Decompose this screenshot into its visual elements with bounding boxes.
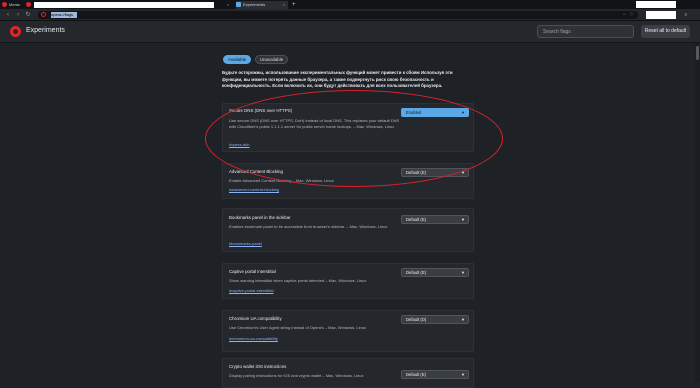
browser-tab-strip: Меню × Experiments × + xyxy=(0,0,700,9)
scrollbar-thumb[interactable] xyxy=(696,46,699,60)
flag-card-crypto-wallet: Crypto wallet iOS instructions Display p… xyxy=(222,358,474,388)
tab-close-icon[interactable]: × xyxy=(227,1,229,9)
reload-icon[interactable]: ↻ xyxy=(24,11,32,19)
address-field[interactable]: opera://flags xyxy=(38,11,638,19)
redacted-tab-title xyxy=(34,2,214,8)
flag-description: Show warning interstitial when captive p… xyxy=(229,278,367,283)
flag-select[interactable]: Default (E) ▼ xyxy=(401,370,469,379)
flag-title: Secure DNS (DNS over HTTPS) xyxy=(229,108,293,113)
flag-link[interactable]: #captive-portal-interstitial xyxy=(229,288,273,293)
tab-available[interactable]: Available xyxy=(223,55,251,64)
flag-title: Chromium UA compatibility xyxy=(229,316,282,321)
new-tab-button[interactable]: + xyxy=(292,1,300,9)
flag-card-chromium-ua: Chromium UA compatibility Use Chromium's… xyxy=(222,310,474,352)
redacted-window-area xyxy=(636,1,676,8)
search-flags[interactable] xyxy=(537,25,634,38)
flag-description: Enables bookmark panel to be accessible … xyxy=(229,224,388,229)
flag-select-value: Default (E) xyxy=(406,270,427,275)
forward-icon[interactable]: › xyxy=(14,11,22,19)
flag-card-captive-portal: Captive portal interstitial Show warning… xyxy=(222,263,474,299)
chevron-down-icon: ▼ xyxy=(461,110,465,115)
menu-icon[interactable]: ≡ xyxy=(682,11,690,19)
reset-all-button[interactable]: Reset all to default xyxy=(641,25,690,38)
browser-tab-redacted[interactable]: × xyxy=(26,1,232,9)
flag-card-bookmarks-panel: Bookmarks panel in the sidebar Enables b… xyxy=(222,208,474,252)
chevron-down-icon: ▼ xyxy=(461,217,465,222)
chevron-down-icon: ▼ xyxy=(461,270,465,275)
flag-card-advanced-content-blocking: Advanced Content Blocking Enable Advance… xyxy=(222,163,474,199)
flag-select-value: Default (E) xyxy=(406,217,427,222)
chevron-down-icon: ▼ xyxy=(461,372,465,377)
flag-link[interactable]: #chromium-ua-compatibility xyxy=(229,336,278,341)
flag-select[interactable]: Default (E) ▼ xyxy=(401,215,469,224)
flag-description: Use Chromium's User Agent string instead… xyxy=(229,325,366,330)
flag-title: Captive portal interstitial xyxy=(229,269,276,274)
flag-title: Advanced Content Blocking xyxy=(229,169,283,174)
back-icon[interactable]: ‹ xyxy=(4,11,12,19)
browser-tab-label: Experiments xyxy=(243,2,266,7)
search-input[interactable] xyxy=(543,29,628,35)
opera-menu-tab[interactable]: Меню xyxy=(2,1,24,9)
opera-logo xyxy=(10,26,21,37)
flag-select[interactable]: Default (E) ▼ xyxy=(401,168,469,177)
opera-logo-icon xyxy=(2,2,7,8)
tab-close-icon[interactable]: × xyxy=(283,1,285,9)
flask-icon xyxy=(236,2,241,8)
address-bar-row: ‹ › ↻ opera://flags ▫ ♡ ≡ xyxy=(0,9,700,21)
flag-select-value: Default (E) xyxy=(406,372,427,377)
page-header: Experiments Reset all to default xyxy=(0,21,700,43)
page-title: Experiments xyxy=(26,27,65,34)
opera-tab-icon xyxy=(26,2,31,8)
flag-link[interactable]: #opera-doh xyxy=(229,142,249,147)
flag-select-value: Default (D) xyxy=(406,317,427,322)
flag-select-value: Enabled xyxy=(406,110,422,115)
flag-link[interactable]: #bookmarks-panel xyxy=(229,241,262,246)
flag-link[interactable]: #advanced-content-blocking xyxy=(229,187,279,192)
tab-unavailable[interactable]: Unavailable xyxy=(255,55,288,64)
flag-description: Display pairing instructions for iOS and… xyxy=(229,373,364,378)
flag-select[interactable]: Enabled ▼ xyxy=(401,108,469,117)
warning-text: Будьте осторожны, использование эксперим… xyxy=(222,70,453,88)
flag-select[interactable]: Default (E) ▼ xyxy=(401,268,469,277)
flag-title: Bookmarks panel in the sidebar xyxy=(229,215,291,220)
flag-card-secure-dns: Secure DNS (DNS over HTTPS) Use secure D… xyxy=(222,103,474,152)
url-text: opera://flags xyxy=(51,12,77,18)
redacted-profile-area xyxy=(646,11,676,19)
chevron-down-icon: ▼ xyxy=(461,170,465,175)
flag-description: Enable Advanced Content Blocking – Mac, … xyxy=(229,178,334,183)
chevron-down-icon: ▼ xyxy=(461,317,465,322)
flag-title: Crypto wallet iOS instructions xyxy=(229,364,287,369)
flag-description: Use secure DNS (DNS over HTTPS, DoH) ins… xyxy=(229,118,400,129)
opera-menu-label: Меню xyxy=(9,2,20,7)
browser-tab-experiments[interactable]: Experiments × xyxy=(236,1,288,9)
site-icon xyxy=(41,12,46,17)
scrollbar-track[interactable] xyxy=(695,43,700,382)
bookmark-heart-icon[interactable]: ♡ xyxy=(628,11,636,19)
snapshot-icon[interactable]: ▫ xyxy=(620,11,628,19)
flag-select-value: Default (E) xyxy=(406,170,427,175)
flag-select[interactable]: Default (D) ▼ xyxy=(401,315,469,324)
